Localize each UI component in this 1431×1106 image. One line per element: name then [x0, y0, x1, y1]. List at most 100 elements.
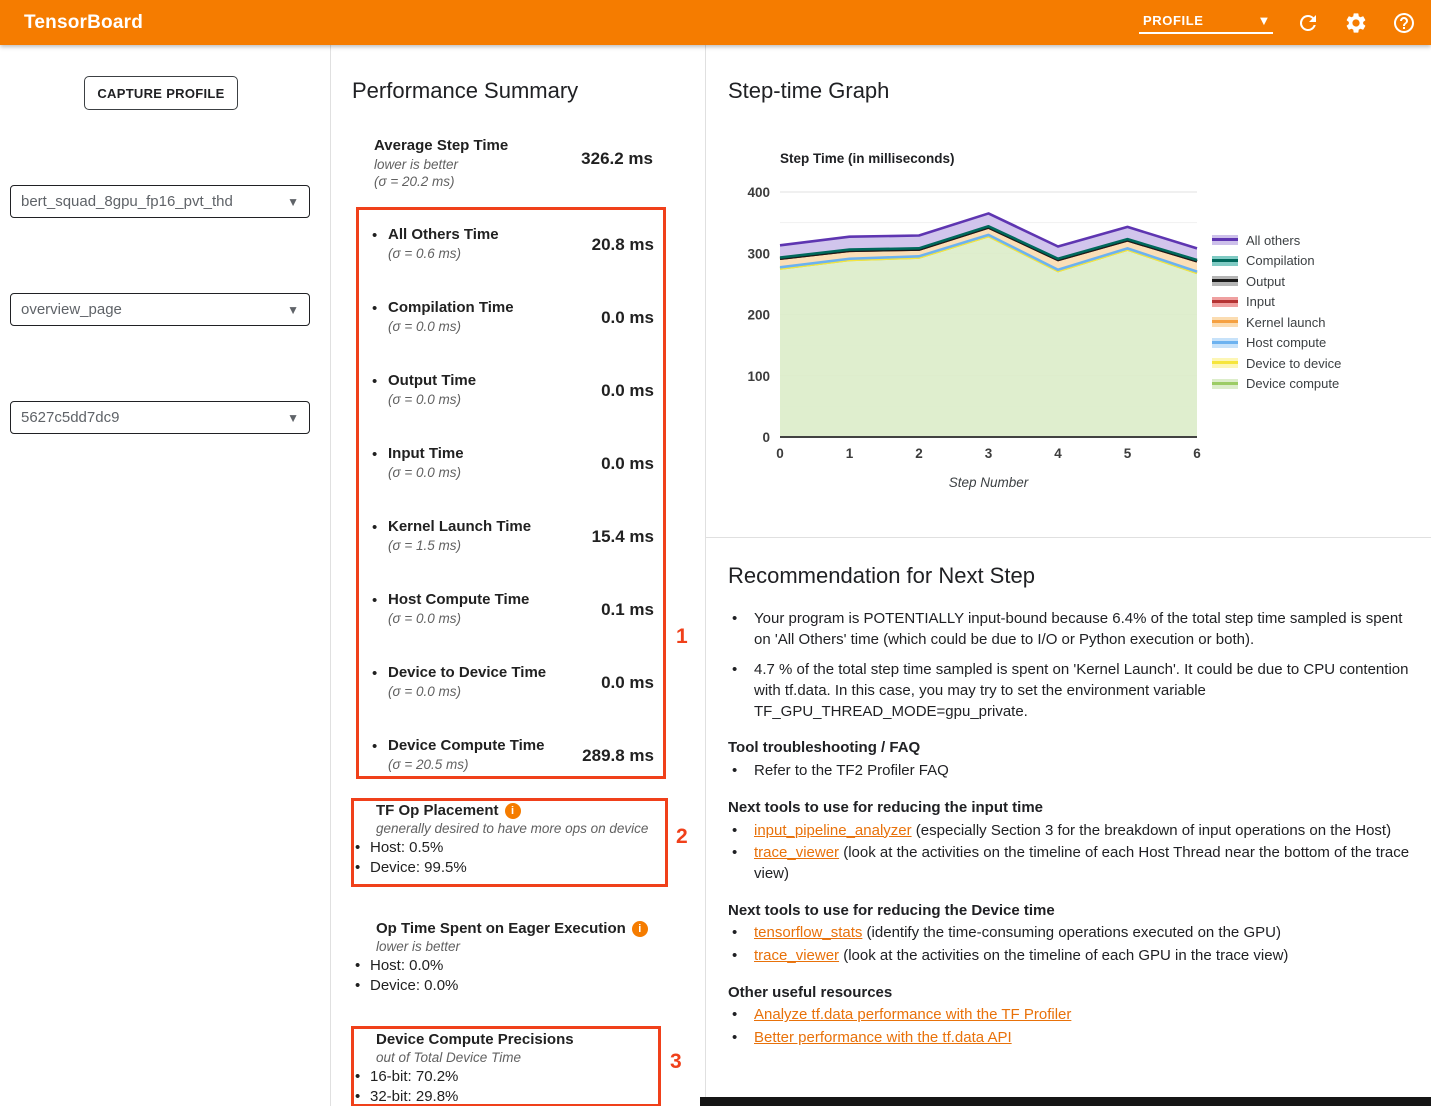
section-title: Op Time Spent on Eager Execution — [376, 920, 626, 937]
dashboard-selector-value: PROFILE — [1143, 13, 1204, 28]
settings-icon[interactable] — [1343, 10, 1369, 36]
bullet: • — [728, 660, 754, 722]
recommendation-heading: Next tools to use for reducing the input… — [728, 798, 1418, 819]
bullet: • — [728, 843, 754, 884]
svg-text:0: 0 — [776, 446, 784, 461]
bullet: • — [728, 946, 754, 967]
recommendation-bullet: •trace_viewer (look at the activities on… — [728, 843, 1418, 884]
metric-value: 0.0 ms — [601, 308, 654, 328]
section-item: •Host: 0.0% — [355, 957, 675, 974]
chevron-down-icon: ▼ — [1258, 13, 1271, 28]
recommendation-link[interactable]: trace_viewer — [754, 844, 839, 861]
recommendation-link[interactable]: Analyze tf.data performance with the TF … — [754, 1006, 1071, 1023]
metric-value: 20.8 ms — [592, 235, 654, 255]
metric-value: 0.0 ms — [601, 673, 654, 693]
metric-row: •Kernel Launch Time(σ = 1.5 ms)15.4 ms — [372, 518, 664, 554]
legend-item: Output — [1212, 274, 1341, 288]
bullet: • — [372, 300, 377, 317]
svg-text:1: 1 — [846, 446, 854, 461]
metric-value: 0.1 ms — [601, 600, 654, 620]
bottom-edge-bar — [700, 1097, 1431, 1106]
legend-item: Device to device — [1212, 356, 1341, 370]
legend-label: Device compute — [1246, 376, 1339, 391]
bullet: • — [372, 227, 377, 244]
step-time-graph-panel: Step-time Graph Step Time (in millisecon… — [705, 45, 1431, 538]
bullet: • — [728, 761, 754, 782]
recommendation-link[interactable]: trace_viewer — [754, 947, 839, 964]
annotation-label-2: 2 — [676, 825, 688, 849]
dashboard-selector[interactable]: PROFILE ▼ — [1139, 11, 1273, 34]
recommendation-heading: Next tools to use for reducing the Devic… — [728, 901, 1418, 922]
tools-select[interactable]: overview_page ▼ — [10, 293, 310, 326]
bullet: • — [355, 859, 370, 876]
section-item: •Host: 0.5% — [355, 839, 675, 856]
section-title: Device Compute Precisions — [376, 1031, 574, 1048]
bullet: • — [372, 519, 377, 536]
legend-item: Compilation — [1212, 254, 1341, 268]
legend-label: Input — [1246, 294, 1275, 309]
svg-text:0: 0 — [762, 430, 770, 445]
info-icon[interactable]: i — [632, 921, 648, 937]
sidebar: CAPTURE PROFILE Runs (37) bert_squad_8gp… — [0, 45, 331, 1106]
annotation-label-3: 3 — [670, 1050, 682, 1074]
recommendation-heading: Other useful resources — [728, 983, 1418, 1004]
metric-sigma: (σ = 20.2 ms) — [374, 173, 664, 191]
legend-swatch-icon — [1212, 338, 1238, 348]
help-icon[interactable] — [1391, 10, 1417, 36]
section-item: •16-bit: 70.2% — [355, 1068, 675, 1085]
recommendation-bullet: •tensorflow_stats (identify the time-con… — [728, 923, 1418, 944]
recommendation-bullet: •trace_viewer (look at the activities on… — [728, 946, 1418, 967]
legend-item: All others — [1212, 233, 1341, 247]
chart-x-axis-title: Step Number — [780, 475, 1197, 490]
svg-text:200: 200 — [747, 308, 770, 323]
svg-text:6: 6 — [1193, 446, 1201, 461]
legend-label: Device to device — [1246, 356, 1341, 371]
recommendation-link[interactable]: input_pipeline_analyzer — [754, 822, 912, 839]
recommendation-bullet: •Better performance with the tf.data API — [728, 1028, 1418, 1049]
capture-profile-button[interactable]: CAPTURE PROFILE — [84, 76, 238, 110]
legend-swatch-icon — [1212, 256, 1238, 266]
annotation-label-1: 1 — [676, 625, 688, 649]
legend-swatch-icon — [1212, 297, 1238, 307]
section-subtitle: out of Total Device Time — [376, 1050, 675, 1065]
recommendation-bullet: •4.7 % of the total step time sampled is… — [728, 660, 1418, 722]
svg-text:2: 2 — [915, 446, 923, 461]
bullet: • — [355, 977, 370, 994]
section-item: •Device: 0.0% — [355, 977, 675, 994]
legend-label: Host compute — [1246, 335, 1326, 350]
legend-item: Kernel launch — [1212, 315, 1341, 329]
recommendation-bullet: •Analyze tf.data performance with the TF… — [728, 1005, 1418, 1026]
metric-value: 0.0 ms — [601, 454, 654, 474]
section-subtitle: lower is better — [376, 939, 675, 954]
recommendation-heading: Tool troubleshooting / FAQ — [728, 738, 1418, 759]
legend-label: Output — [1246, 274, 1285, 289]
section-title: TF Op Placement — [376, 802, 499, 819]
app-title: TensorBoard — [24, 12, 143, 34]
legend-label: Compilation — [1246, 253, 1315, 268]
recommendation-link[interactable]: tensorflow_stats — [754, 924, 862, 941]
recommendation-title: Recommendation for Next Step — [728, 563, 1035, 589]
legend-item: Input — [1212, 295, 1341, 309]
svg-text:4: 4 — [1054, 446, 1062, 461]
bullet: • — [728, 923, 754, 944]
info-icon[interactable]: i — [505, 803, 521, 819]
recommendation-link[interactable]: Better performance with the tf.data API — [754, 1029, 1012, 1046]
metric-value: 15.4 ms — [592, 527, 654, 547]
tools-select-value: overview_page — [21, 301, 122, 318]
bullet: • — [728, 1028, 754, 1049]
svg-text:3: 3 — [985, 446, 993, 461]
hosts-select-value: 5627c5dd7dc9 — [21, 409, 119, 426]
bullet: • — [372, 738, 377, 755]
legend-label: All others — [1246, 233, 1300, 248]
chevron-down-icon: ▼ — [287, 411, 299, 425]
refresh-icon[interactable] — [1295, 10, 1321, 36]
hosts-select[interactable]: 5627c5dd7dc9 ▼ — [10, 401, 310, 434]
section-subtitle: generally desired to have more ops on de… — [376, 821, 675, 836]
metric-row: •Input Time(σ = 0.0 ms)0.0 ms — [372, 445, 664, 481]
section-item: •32-bit: 29.8% — [355, 1088, 675, 1105]
runs-select[interactable]: bert_squad_8gpu_fp16_pvt_thd ▼ — [10, 185, 310, 218]
recommendation-bullet: •Your program is POTENTIALLY input-bound… — [728, 609, 1418, 650]
legend-swatch-icon — [1212, 235, 1238, 245]
metric-row: •Compilation Time(σ = 0.0 ms)0.0 ms — [372, 299, 664, 335]
bullet: • — [372, 446, 377, 463]
